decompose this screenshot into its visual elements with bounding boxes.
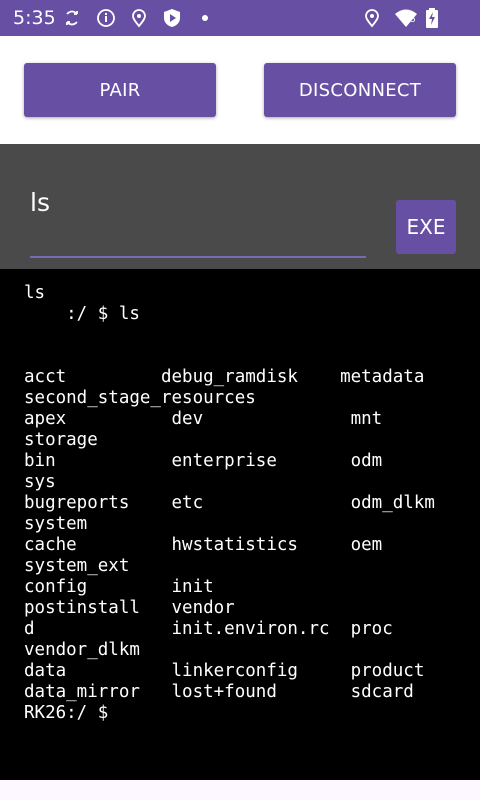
- terminal-output-area[interactable]: ls :/ $ ls acct debug_ramdisk metadata s…: [0, 269, 480, 780]
- exe-button[interactable]: EXE: [396, 200, 456, 254]
- button-row: PAIR DISCONNECT: [0, 36, 480, 144]
- command-panel: ls EXE: [0, 144, 480, 269]
- status-bar: 5:35 5: [0, 0, 480, 36]
- location-icon: [132, 9, 146, 28]
- dot-icon: [202, 15, 208, 21]
- bottom-bar: [0, 780, 480, 800]
- disconnect-button[interactable]: DISCONNECT: [264, 63, 456, 117]
- terminal-output: ls :/ $ ls acct debug_ramdisk metadata s…: [24, 283, 435, 723]
- status-time: 5:35: [13, 7, 56, 29]
- command-input-underline: [30, 256, 366, 258]
- pair-button[interactable]: PAIR: [24, 63, 216, 117]
- info-icon: [97, 9, 115, 27]
- wifi-label: 5: [410, 15, 416, 25]
- battery-charging-icon: [426, 8, 438, 28]
- sync-icon: [66, 10, 78, 26]
- command-input[interactable]: ls: [30, 188, 366, 228]
- play-protect-icon: [164, 9, 180, 27]
- location-icon: [365, 9, 379, 28]
